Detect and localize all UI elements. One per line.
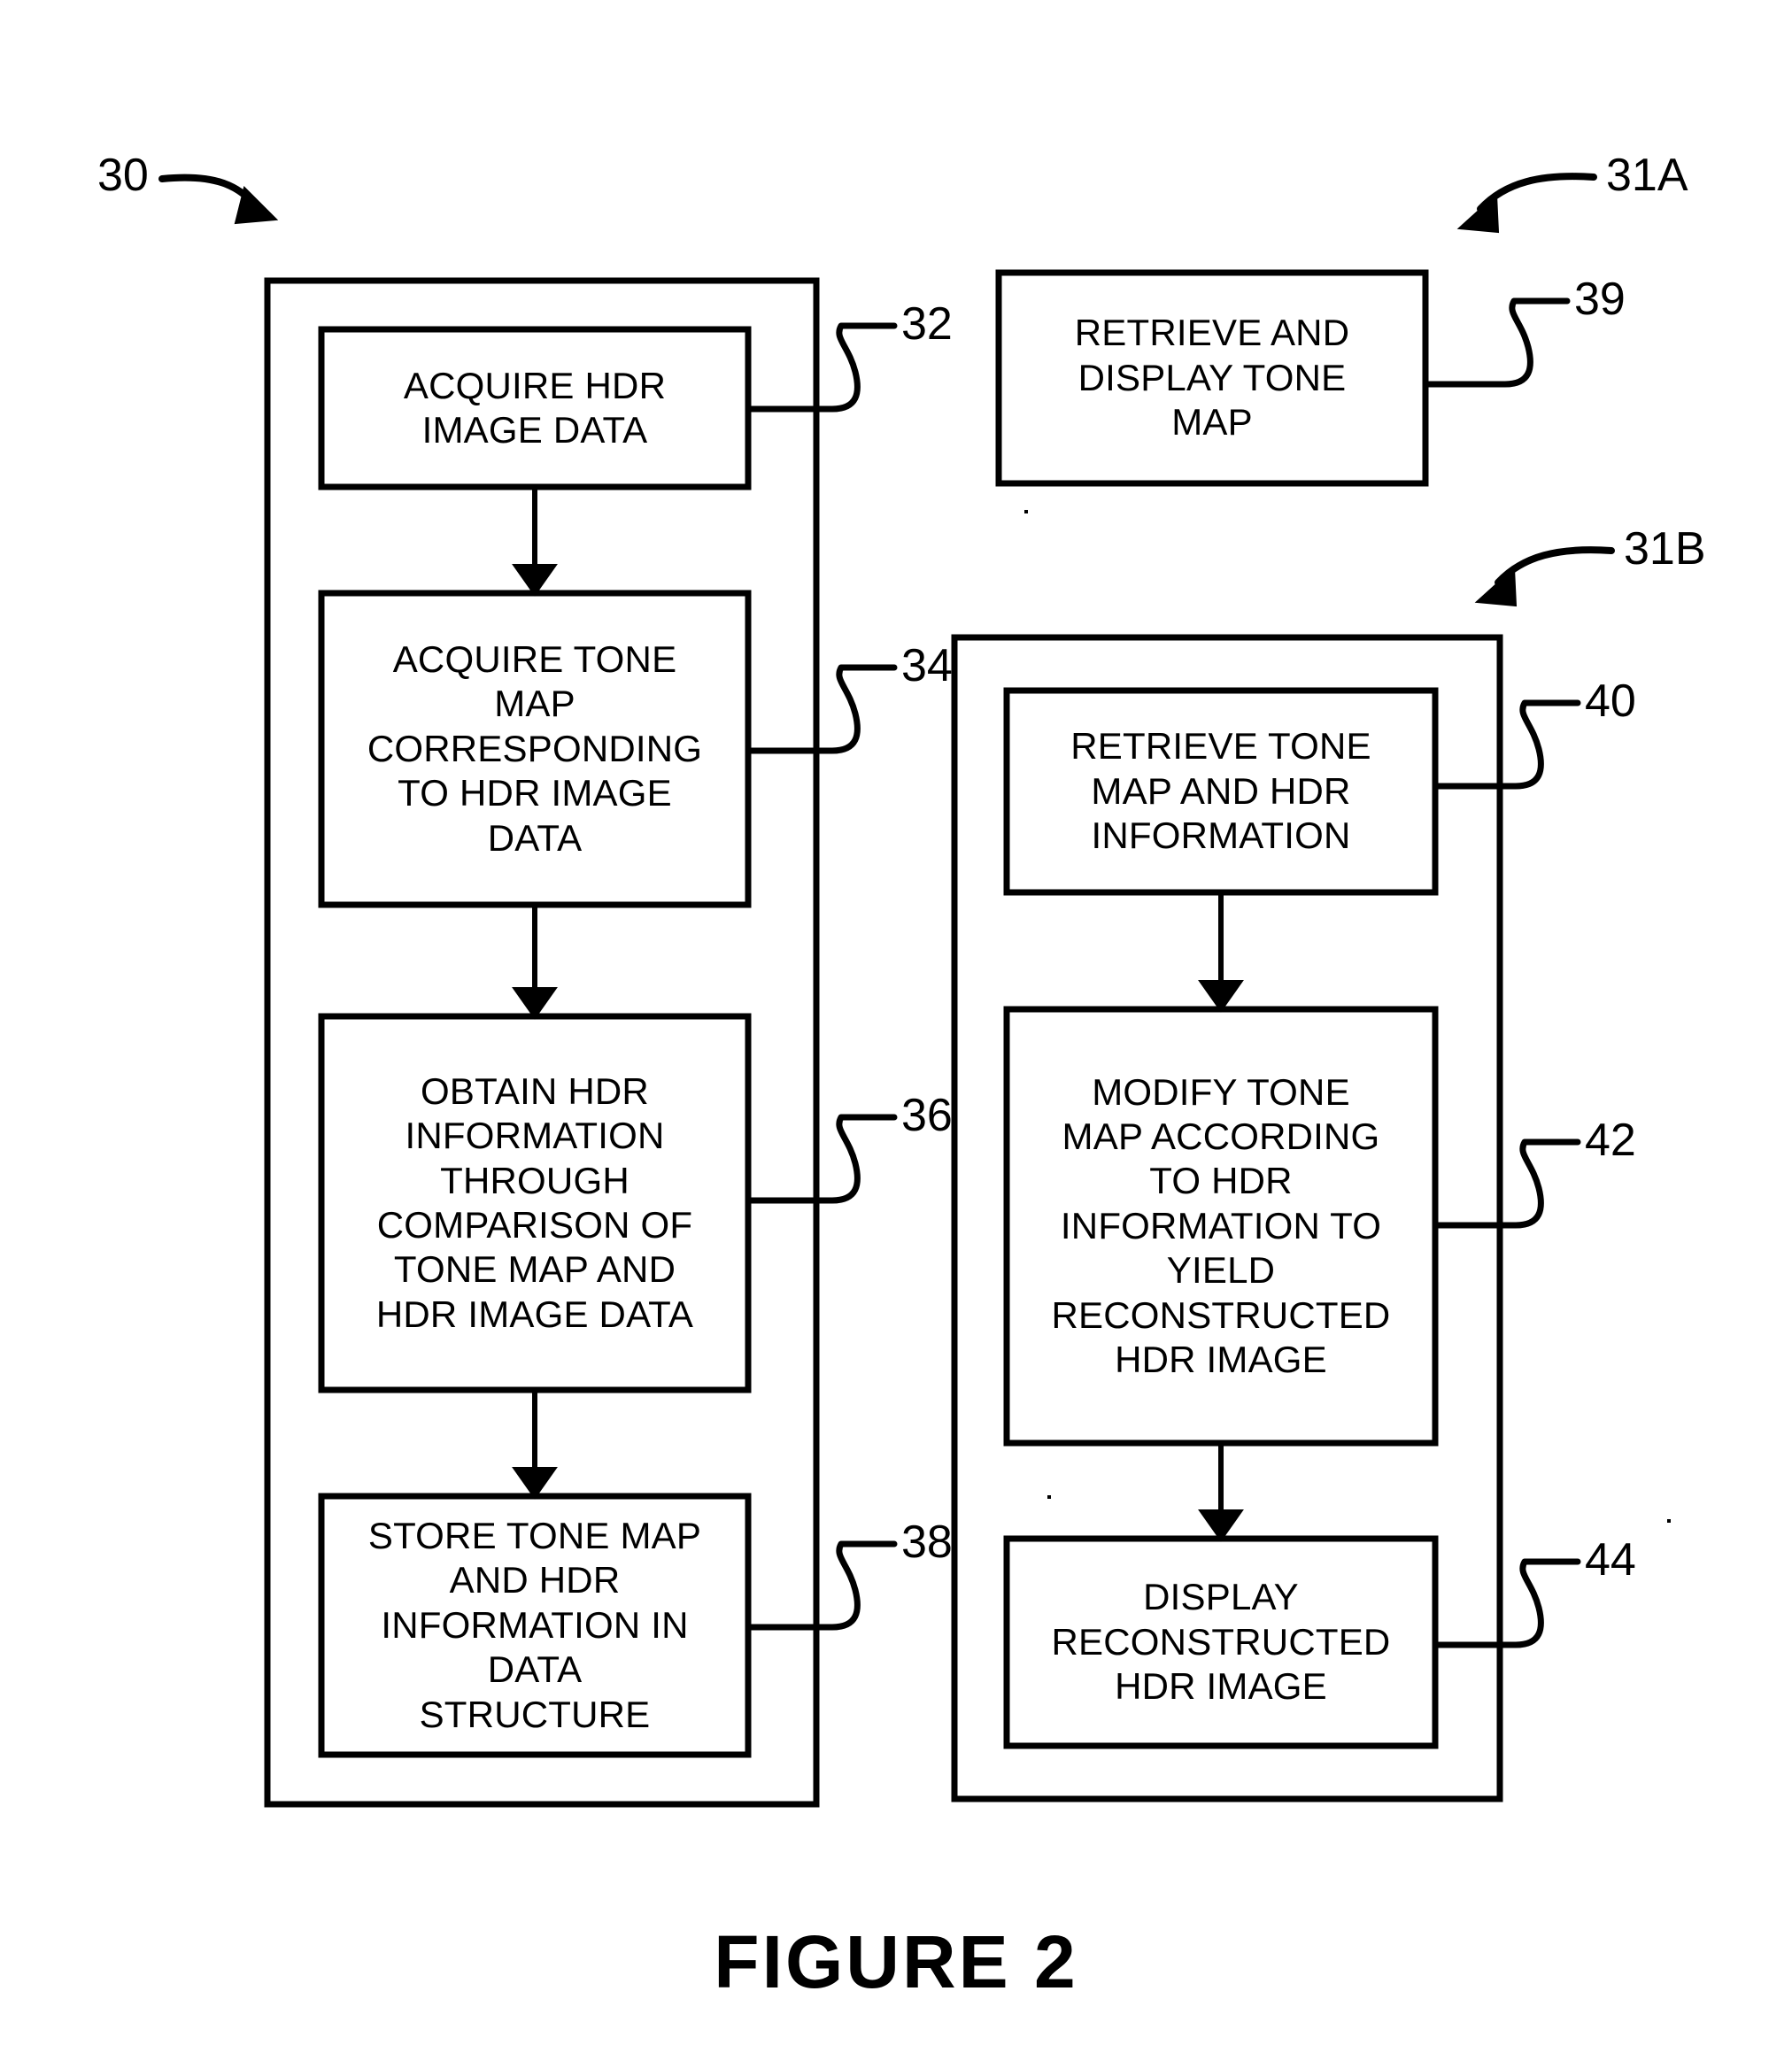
block-36-line-2: INFORMATION xyxy=(405,1115,665,1157)
block-36-line-6: HDR IMAGE DATA xyxy=(375,1293,694,1335)
block-39-label: RETRIEVE AND DISPLAY TONE MAP xyxy=(999,273,1425,483)
block-42-line-4: INFORMATION TO xyxy=(1060,1204,1382,1246)
block-40-line-3: INFORMATION xyxy=(1091,814,1351,857)
block-34-line-3: CORRESPONDING xyxy=(367,727,703,769)
scan-speck xyxy=(1667,1519,1671,1523)
block-38-line-1: STORE TONE MAP xyxy=(367,1515,702,1557)
block-32-label: ACQUIRE HDR IMAGE DATA xyxy=(321,329,748,487)
block-36-label: OBTAIN HDR INFORMATION THROUGH COMPARISO… xyxy=(321,1016,748,1390)
pointer-arrow-31a xyxy=(1456,173,1597,234)
block-42-line-6: RECONSTRUCTED xyxy=(1051,1293,1391,1336)
block-44-line-2: RECONSTRUCTED xyxy=(1051,1620,1391,1663)
block-44-line-3: HDR IMAGE xyxy=(1115,1665,1327,1708)
block-34-line-5: DATA xyxy=(487,816,583,859)
ref-numeral-32: 32 xyxy=(901,298,953,350)
block-39-line-2: DISPLAY TONE xyxy=(1078,356,1347,398)
leader-line-36 xyxy=(745,1114,898,1204)
block-40-line-1: RETRIEVE TONE xyxy=(1070,725,1371,768)
block-34-line-4: TO HDR IMAGE xyxy=(398,772,672,814)
ref-numeral-36: 36 xyxy=(901,1090,953,1141)
leader-line-32 xyxy=(745,322,898,413)
block-38-line-3: INFORMATION IN xyxy=(381,1603,689,1646)
block-34-label: ACQUIRE TONE MAP CORRESPONDING TO HDR IM… xyxy=(321,593,748,905)
figure-line-art xyxy=(158,173,1615,1808)
block-38-line-4: DATA xyxy=(487,1648,583,1691)
block-42-label: MODIFY TONE MAP ACCORDING TO HDR INFORMA… xyxy=(1007,1009,1435,1443)
ref-numeral-44: 44 xyxy=(1585,1534,1636,1586)
block-36-line-4: COMPARISON OF xyxy=(376,1204,693,1246)
leader-line-42 xyxy=(1432,1138,1581,1229)
block-36-line-5: TONE MAP AND xyxy=(393,1248,676,1291)
ref-numeral-38: 38 xyxy=(901,1517,953,1568)
block-34-line-1: ACQUIRE TONE xyxy=(392,638,677,681)
pointer-arrow-30 xyxy=(158,174,279,225)
patent-figure: ACQUIRE HDR IMAGE DATA ACQUIRE TONE MAP … xyxy=(0,0,1792,2053)
block-44-line-1: DISPLAY xyxy=(1143,1576,1299,1618)
block-39-line-3: MAP xyxy=(1171,401,1253,444)
block-32-line-2: IMAGE DATA xyxy=(421,409,648,451)
block-44-label: DISPLAY RECONSTRUCTED HDR IMAGE xyxy=(1007,1539,1435,1746)
block-42-line-1: MODIFY TONE xyxy=(1092,1070,1350,1113)
ref-numeral-31b: 31B xyxy=(1624,523,1706,575)
ref-numeral-34: 34 xyxy=(901,640,953,691)
block-39-line-1: RETRIEVE AND xyxy=(1074,312,1350,354)
block-34-line-2: MAP xyxy=(494,683,575,725)
block-36-line-3: THROUGH xyxy=(440,1159,630,1201)
block-32-line-1: ACQUIRE HDR xyxy=(403,364,667,406)
flow-arrow-34-to-36 xyxy=(512,905,558,1020)
block-38-label: STORE TONE MAP AND HDR INFORMATION IN DA… xyxy=(321,1496,748,1755)
leader-line-34 xyxy=(745,664,898,754)
ref-numeral-40: 40 xyxy=(1585,675,1636,727)
ref-numeral-30: 30 xyxy=(97,150,149,201)
scan-speck xyxy=(1024,510,1028,513)
leader-line-39 xyxy=(1422,297,1571,388)
block-42-line-7: HDR IMAGE xyxy=(1115,1338,1327,1380)
block-42-line-3: TO HDR xyxy=(1149,1160,1293,1202)
figure-caption: FIGURE 2 xyxy=(714,1920,1078,2003)
leader-line-40 xyxy=(1432,699,1581,790)
block-40-line-2: MAP AND HDR xyxy=(1091,769,1351,812)
flow-arrow-40-to-42 xyxy=(1198,892,1244,1013)
flow-arrow-36-to-38 xyxy=(512,1390,558,1500)
ref-numeral-31a: 31A xyxy=(1606,150,1688,201)
ref-numeral-42: 42 xyxy=(1585,1115,1636,1166)
block-38-line-2: AND HDR xyxy=(449,1559,621,1601)
block-36-line-1: OBTAIN HDR xyxy=(421,1069,649,1112)
block-42-line-5: YIELD xyxy=(1166,1249,1276,1292)
block-42-line-2: MAP ACCORDING xyxy=(1062,1115,1380,1158)
block-38-line-5: STRUCTURE xyxy=(419,1693,651,1735)
flow-arrow-32-to-34 xyxy=(512,487,558,597)
block-40-label: RETRIEVE TONE MAP AND HDR INFORMATION xyxy=(1007,691,1435,892)
scan-speck xyxy=(1047,1495,1051,1499)
flow-arrow-42-to-44 xyxy=(1198,1443,1244,1542)
leader-line-44 xyxy=(1432,1558,1581,1648)
ref-numeral-39: 39 xyxy=(1574,274,1626,325)
pointer-arrow-31b xyxy=(1474,546,1615,607)
leader-line-38 xyxy=(745,1540,898,1631)
